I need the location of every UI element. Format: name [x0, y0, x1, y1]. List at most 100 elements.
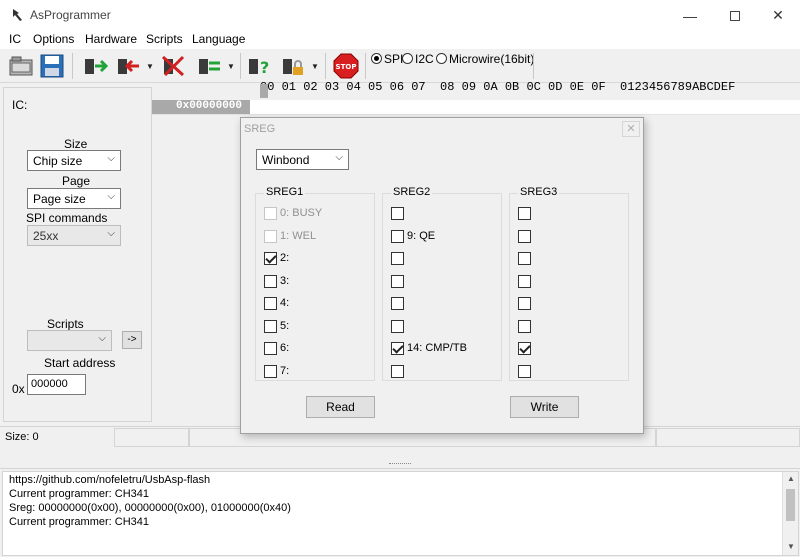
toolbar-separator [533, 53, 534, 79]
scrollbar-thumb[interactable] [786, 489, 795, 521]
chip-settings-panel: IC: Size Chip size ⌵ Page Page size ⌵ SP… [3, 87, 152, 422]
hex-column-header: 00 01 02 03 04 05 06 07 08 09 0A 0B 0C 0… [260, 80, 736, 94]
spi-radio-label: SPI [384, 52, 404, 66]
chevron-down-icon[interactable]: ▼ [227, 62, 235, 71]
sreg-bit-checkbox[interactable] [264, 364, 277, 378]
sreg-bit-checkbox[interactable] [264, 252, 277, 265]
menu-hardware[interactable]: Hardware [85, 32, 137, 46]
log-panel[interactable]: https://github.com/nofeletru/UsbAsp-flas… [2, 471, 799, 556]
start-address-input[interactable]: 000000 [27, 374, 86, 395]
log-line: Current programmer: CH341 [9, 488, 149, 500]
stop-label: STOP [336, 63, 357, 71]
sreg-bit-checkbox[interactable] [518, 274, 531, 288]
menu-language[interactable]: Language [192, 32, 245, 46]
scripts-label: Scripts [47, 317, 84, 331]
sreg-bit-checkbox[interactable] [391, 319, 404, 333]
size-select-value: Chip size [33, 154, 83, 168]
ic-label: IC: [12, 98, 28, 112]
menu-options[interactable]: Options [33, 32, 74, 46]
chevron-down-icon: ⌵ [107, 228, 115, 239]
spi-radio[interactable] [371, 53, 382, 64]
page-select-value: Page size [33, 192, 86, 206]
menu-ic[interactable]: IC [9, 32, 21, 46]
scroll-down-icon[interactable]: ▼ [787, 542, 795, 551]
splitter-grip[interactable] [389, 463, 411, 466]
sreg-bit-checkbox[interactable] [518, 229, 531, 243]
lock-icon[interactable] [280, 53, 306, 79]
size-select[interactable]: Chip size ⌵ [27, 150, 121, 171]
toolbar-separator [240, 53, 241, 79]
group-title: SREG3 [518, 186, 560, 198]
hex-cursor [260, 84, 268, 98]
sreg-bit-checkbox [264, 229, 277, 243]
sreg-bit-checkbox[interactable] [391, 364, 404, 378]
chevron-down-icon[interactable]: ▼ [146, 62, 154, 71]
window-title: AsProgrammer [30, 8, 111, 22]
chevron-down-icon[interactable]: ▼ [311, 62, 319, 71]
sreg-bit-checkbox[interactable] [391, 297, 404, 310]
erase-chip-icon[interactable] [160, 53, 186, 79]
close-button[interactable]: ✕ [756, 0, 800, 31]
write-button[interactable]: Write [510, 396, 579, 418]
chevron-down-icon: ⌵ [107, 153, 115, 164]
sreg-bit-checkbox[interactable] [518, 252, 531, 265]
sreg-bit-checkbox[interactable] [264, 319, 277, 333]
open-file-icon[interactable] [8, 53, 34, 79]
sreg-bit-label: 14: CMP/TB [407, 342, 467, 354]
spi-commands-select[interactable]: 25xx ⌵ [27, 225, 121, 246]
sreg-bit-checkbox[interactable] [391, 229, 404, 243]
svg-text:?: ? [260, 58, 269, 77]
read-id-icon[interactable]: ? [246, 53, 272, 79]
close-icon[interactable]: ✕ [622, 121, 640, 137]
sreg-bit-label: 6: [280, 342, 290, 354]
sreg-bit-checkbox[interactable] [391, 207, 404, 220]
toolbar-separator [365, 53, 366, 79]
log-line: https://github.com/nofeletru/UsbAsp-flas… [9, 474, 211, 486]
sreg-bit-label: 7: [280, 364, 290, 377]
sreg-bit-checkbox[interactable] [264, 297, 277, 310]
chevron-down-icon: ⌵ [98, 333, 106, 344]
page-select[interactable]: Page size ⌵ [27, 188, 121, 209]
read-chip-icon[interactable] [82, 53, 108, 79]
microwire-radio-label: Microwire(16bit) [449, 52, 535, 66]
sreg-bit-checkbox[interactable] [518, 364, 531, 378]
start-address-label: Start address [44, 356, 116, 370]
run-script-button[interactable]: -> [122, 331, 142, 349]
i2c-radio-label: I2C [415, 52, 434, 66]
log-scrollbar[interactable]: ▲ ▼ [782, 472, 798, 555]
sreg-bit-checkbox[interactable] [518, 207, 531, 220]
spi-commands-value: 25xx [33, 229, 59, 243]
sreg-bit-checkbox[interactable] [264, 274, 277, 288]
maximize-button[interactable] [713, 0, 757, 31]
scripts-select[interactable]: ⌵ [27, 330, 112, 351]
sreg-bit-checkbox[interactable] [518, 319, 531, 333]
i2c-radio[interactable] [402, 53, 413, 64]
sreg-bit-checkbox[interactable] [391, 274, 404, 288]
sreg-bit-checkbox[interactable] [518, 297, 531, 310]
address-prefix: 0x [12, 382, 25, 396]
minimize-button[interactable]: — [668, 0, 712, 31]
spi-commands-label: SPI commands [26, 211, 108, 225]
write-chip-icon[interactable] [115, 53, 141, 79]
read-button[interactable]: Read [306, 396, 375, 418]
sreg-bit-checkbox[interactable] [518, 342, 531, 355]
sreg-bit-label: 5: [280, 319, 290, 332]
menu-scripts[interactable]: Scripts [146, 32, 183, 46]
save-icon[interactable] [39, 53, 65, 79]
sreg-bit-checkbox[interactable] [264, 342, 277, 355]
group-title: SREG2 [391, 186, 433, 198]
size-label: Size [64, 137, 88, 151]
minimize-icon: — [683, 7, 697, 24]
vendor-select[interactable]: Winbond ⌵ [256, 149, 349, 170]
microwire-radio[interactable] [436, 53, 447, 64]
log-line: Current programmer: CH341 [9, 516, 149, 528]
sreg-bit-checkbox[interactable] [391, 342, 404, 355]
chevron-down-icon: ⌵ [335, 152, 343, 163]
sreg-bit-checkbox[interactable] [391, 252, 404, 265]
scroll-up-icon[interactable]: ▲ [787, 474, 795, 483]
stop-icon[interactable]: STOP [333, 53, 359, 79]
sreg-bit-label: 1: WEL [280, 229, 317, 242]
sreg1-group: SREG1 0: BUSY 1: WEL 2: 3: 4: 5: 6: 7: [255, 186, 375, 381]
verify-icon[interactable] [196, 53, 222, 79]
toolbar-separator [72, 53, 73, 79]
